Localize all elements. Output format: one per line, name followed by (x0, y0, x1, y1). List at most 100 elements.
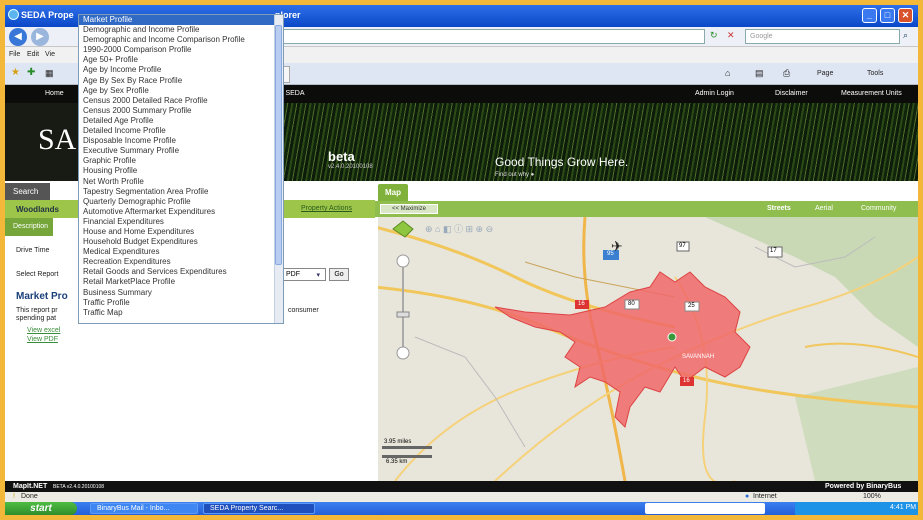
map-tab[interactable]: Map (378, 184, 408, 201)
select-report-label: Select Report (16, 271, 59, 278)
window-title: SEDA Prope (21, 10, 74, 20)
forward-icon[interactable]: ▶ (31, 28, 49, 46)
back-icon[interactable]: ◀ (9, 28, 27, 46)
report-option[interactable]: Traffic Profile (79, 298, 283, 308)
report-option[interactable]: Business Summary (79, 288, 283, 298)
menu-edit[interactable]: Edit (27, 51, 39, 58)
report-option[interactable]: Census 2000 Summary Profile (79, 106, 283, 116)
report-option[interactable]: Demographic and Income Comparison Profil… (79, 35, 283, 45)
report-option[interactable]: Medical Expenditures (79, 247, 283, 257)
report-option[interactable]: Age by Income Profile (79, 65, 283, 75)
minimize-button[interactable]: _ (862, 8, 877, 23)
search-tab[interactable]: Search (5, 183, 50, 200)
version-label: v2.4.0.20100108 (328, 164, 373, 170)
report-option[interactable]: Retail MarketPlace Profile (79, 277, 283, 287)
report-option[interactable]: Executive Summary Profile (79, 146, 283, 156)
report-option[interactable]: Tapestry Segmentation Area Profile (79, 187, 283, 197)
report-option[interactable]: House and Home Expenditures (79, 227, 283, 237)
map-view[interactable]: 95 17 97 16 80 16 25 SAVANNAH ✈ 3.95 mil… (375, 217, 918, 481)
start-button[interactable]: start (5, 502, 77, 515)
report-description-tail: consumer (288, 307, 319, 314)
status-zoom[interactable]: 100% (863, 493, 881, 500)
maximize-button[interactable]: □ (880, 8, 895, 23)
maximize-map-button[interactable]: << Maximize (380, 204, 438, 214)
add-favorite-icon[interactable]: ✚ (27, 67, 35, 78)
map-type-community[interactable]: Community (861, 205, 896, 212)
report-option[interactable]: Net Worth Profile (79, 177, 283, 187)
nav-admin-login[interactable]: Admin Login (695, 90, 734, 97)
report-option[interactable]: Detailed Age Profile (79, 116, 283, 126)
zoom-slider[interactable] (395, 305, 411, 319)
taskbar-search-box[interactable] (645, 503, 765, 514)
route-97-label: 97 (679, 243, 686, 249)
report-option[interactable]: Financial Expenditures (79, 217, 283, 227)
map-type-aerial[interactable]: Aerial (815, 205, 833, 212)
report-select-dropdown[interactable]: Market Profile Demographic and Income Pro… (78, 14, 284, 324)
task-binarybus-mail[interactable]: BinaryBus Mail - Inbo... (90, 503, 198, 514)
chevron-down-icon: ▾ (316, 272, 320, 279)
done-icon: ! (13, 493, 15, 500)
report-option[interactable]: Automotive Aftermarket Expenditures (79, 207, 283, 217)
report-option[interactable]: Census 2000 Detailed Race Profile (79, 96, 283, 106)
beta-label: beta (328, 149, 355, 164)
page-menu[interactable]: Page (817, 70, 833, 77)
report-description-line2: spending pat (16, 315, 57, 322)
task-seda-property-search[interactable]: SEDA Property Searc... (203, 503, 315, 514)
pan-control[interactable] (387, 221, 417, 236)
report-option[interactable]: Recreation Expenditures (79, 257, 283, 267)
mapit-brand: MapIt.NET (13, 483, 48, 490)
report-option[interactable]: Traffic Map (79, 308, 283, 318)
tools-menu[interactable]: Tools (867, 70, 883, 77)
report-option[interactable]: Retail Goods and Services Expenditures (79, 267, 283, 277)
format-select[interactable]: PDF ▾ (280, 268, 326, 281)
menu-view[interactable]: Vie (45, 51, 55, 58)
close-button[interactable]: ✕ (898, 8, 913, 23)
description-tab[interactable]: Description (5, 218, 53, 236)
report-option[interactable]: Household Budget Expenditures (79, 237, 283, 247)
taskbar: start BinaryBus Mail - Inbo... SEDA Prop… (5, 502, 918, 515)
find-out-link[interactable]: Find out why ● (495, 172, 534, 178)
route-25-label: 25 (688, 303, 695, 309)
report-option[interactable]: Quarterly Demographic Profile (79, 197, 283, 207)
report-option[interactable]: Age by Sex Profile (79, 86, 283, 96)
refresh-icon[interactable]: ↻ (710, 30, 718, 41)
market-profile-heading: Market Pro (16, 291, 68, 302)
location-title: Woodlands (16, 205, 59, 214)
stop-icon[interactable]: ✕ (727, 30, 735, 41)
report-option[interactable]: Housing Profile (79, 166, 283, 176)
mapit-version: BETA v2.4.0.20100108 (53, 484, 105, 490)
report-option[interactable]: Demographic and Income Profile (79, 25, 283, 35)
feeds-icon[interactable]: ▤ (755, 68, 764, 79)
report-option[interactable]: Age By Sex By Race Profile (79, 76, 283, 86)
tab-list-icon[interactable]: ▦ (45, 68, 54, 79)
dropdown-scroll-thumb[interactable] (275, 25, 282, 265)
favorites-star-icon[interactable]: ★ (11, 67, 20, 78)
nav-disclaimer[interactable]: Disclaimer (775, 90, 808, 97)
search-input[interactable]: Google (745, 29, 900, 44)
map-tool-icons[interactable]: ⊕ ⌂ ◧ ⓘ ⊞ ⊕ ⊖ (425, 222, 493, 235)
address-input[interactable] (275, 29, 705, 44)
nav-measurement-units[interactable]: Measurement Units (841, 90, 902, 97)
print-icon[interactable]: ⎙ (783, 68, 790, 79)
report-option[interactable]: Graphic Profile (79, 156, 283, 166)
property-actions-link[interactable]: Property Actions (301, 205, 352, 212)
nav-home[interactable]: Home (45, 90, 64, 97)
status-zone: Internet (753, 493, 777, 500)
go-button[interactable]: Go (329, 268, 349, 281)
menu-file[interactable]: File (9, 51, 20, 58)
dropdown-scrollbar[interactable] (274, 15, 283, 323)
home-icon[interactable]: ⌂ (725, 68, 730, 78)
status-done: Done (21, 493, 38, 500)
map-type-streets[interactable]: Streets (767, 205, 791, 212)
report-option[interactable]: Detailed Income Profile (79, 126, 283, 136)
report-option[interactable]: 1990-2000 Comparison Profile (79, 45, 283, 55)
report-description: This report pr (16, 307, 58, 314)
report-options: Market Profile Demographic and Income Pro… (79, 15, 283, 318)
report-option[interactable]: Age 50+ Profile (79, 55, 283, 65)
view-excel-link[interactable]: View excel (27, 327, 60, 334)
route-16b-label: 16 (683, 378, 690, 384)
report-option[interactable]: Market Profile (79, 15, 283, 26)
view-pdf-link[interactable]: View PDF (27, 336, 58, 343)
search-icon[interactable]: ⌕ (903, 30, 908, 41)
report-option[interactable]: Disposable Income Profile (79, 136, 283, 146)
